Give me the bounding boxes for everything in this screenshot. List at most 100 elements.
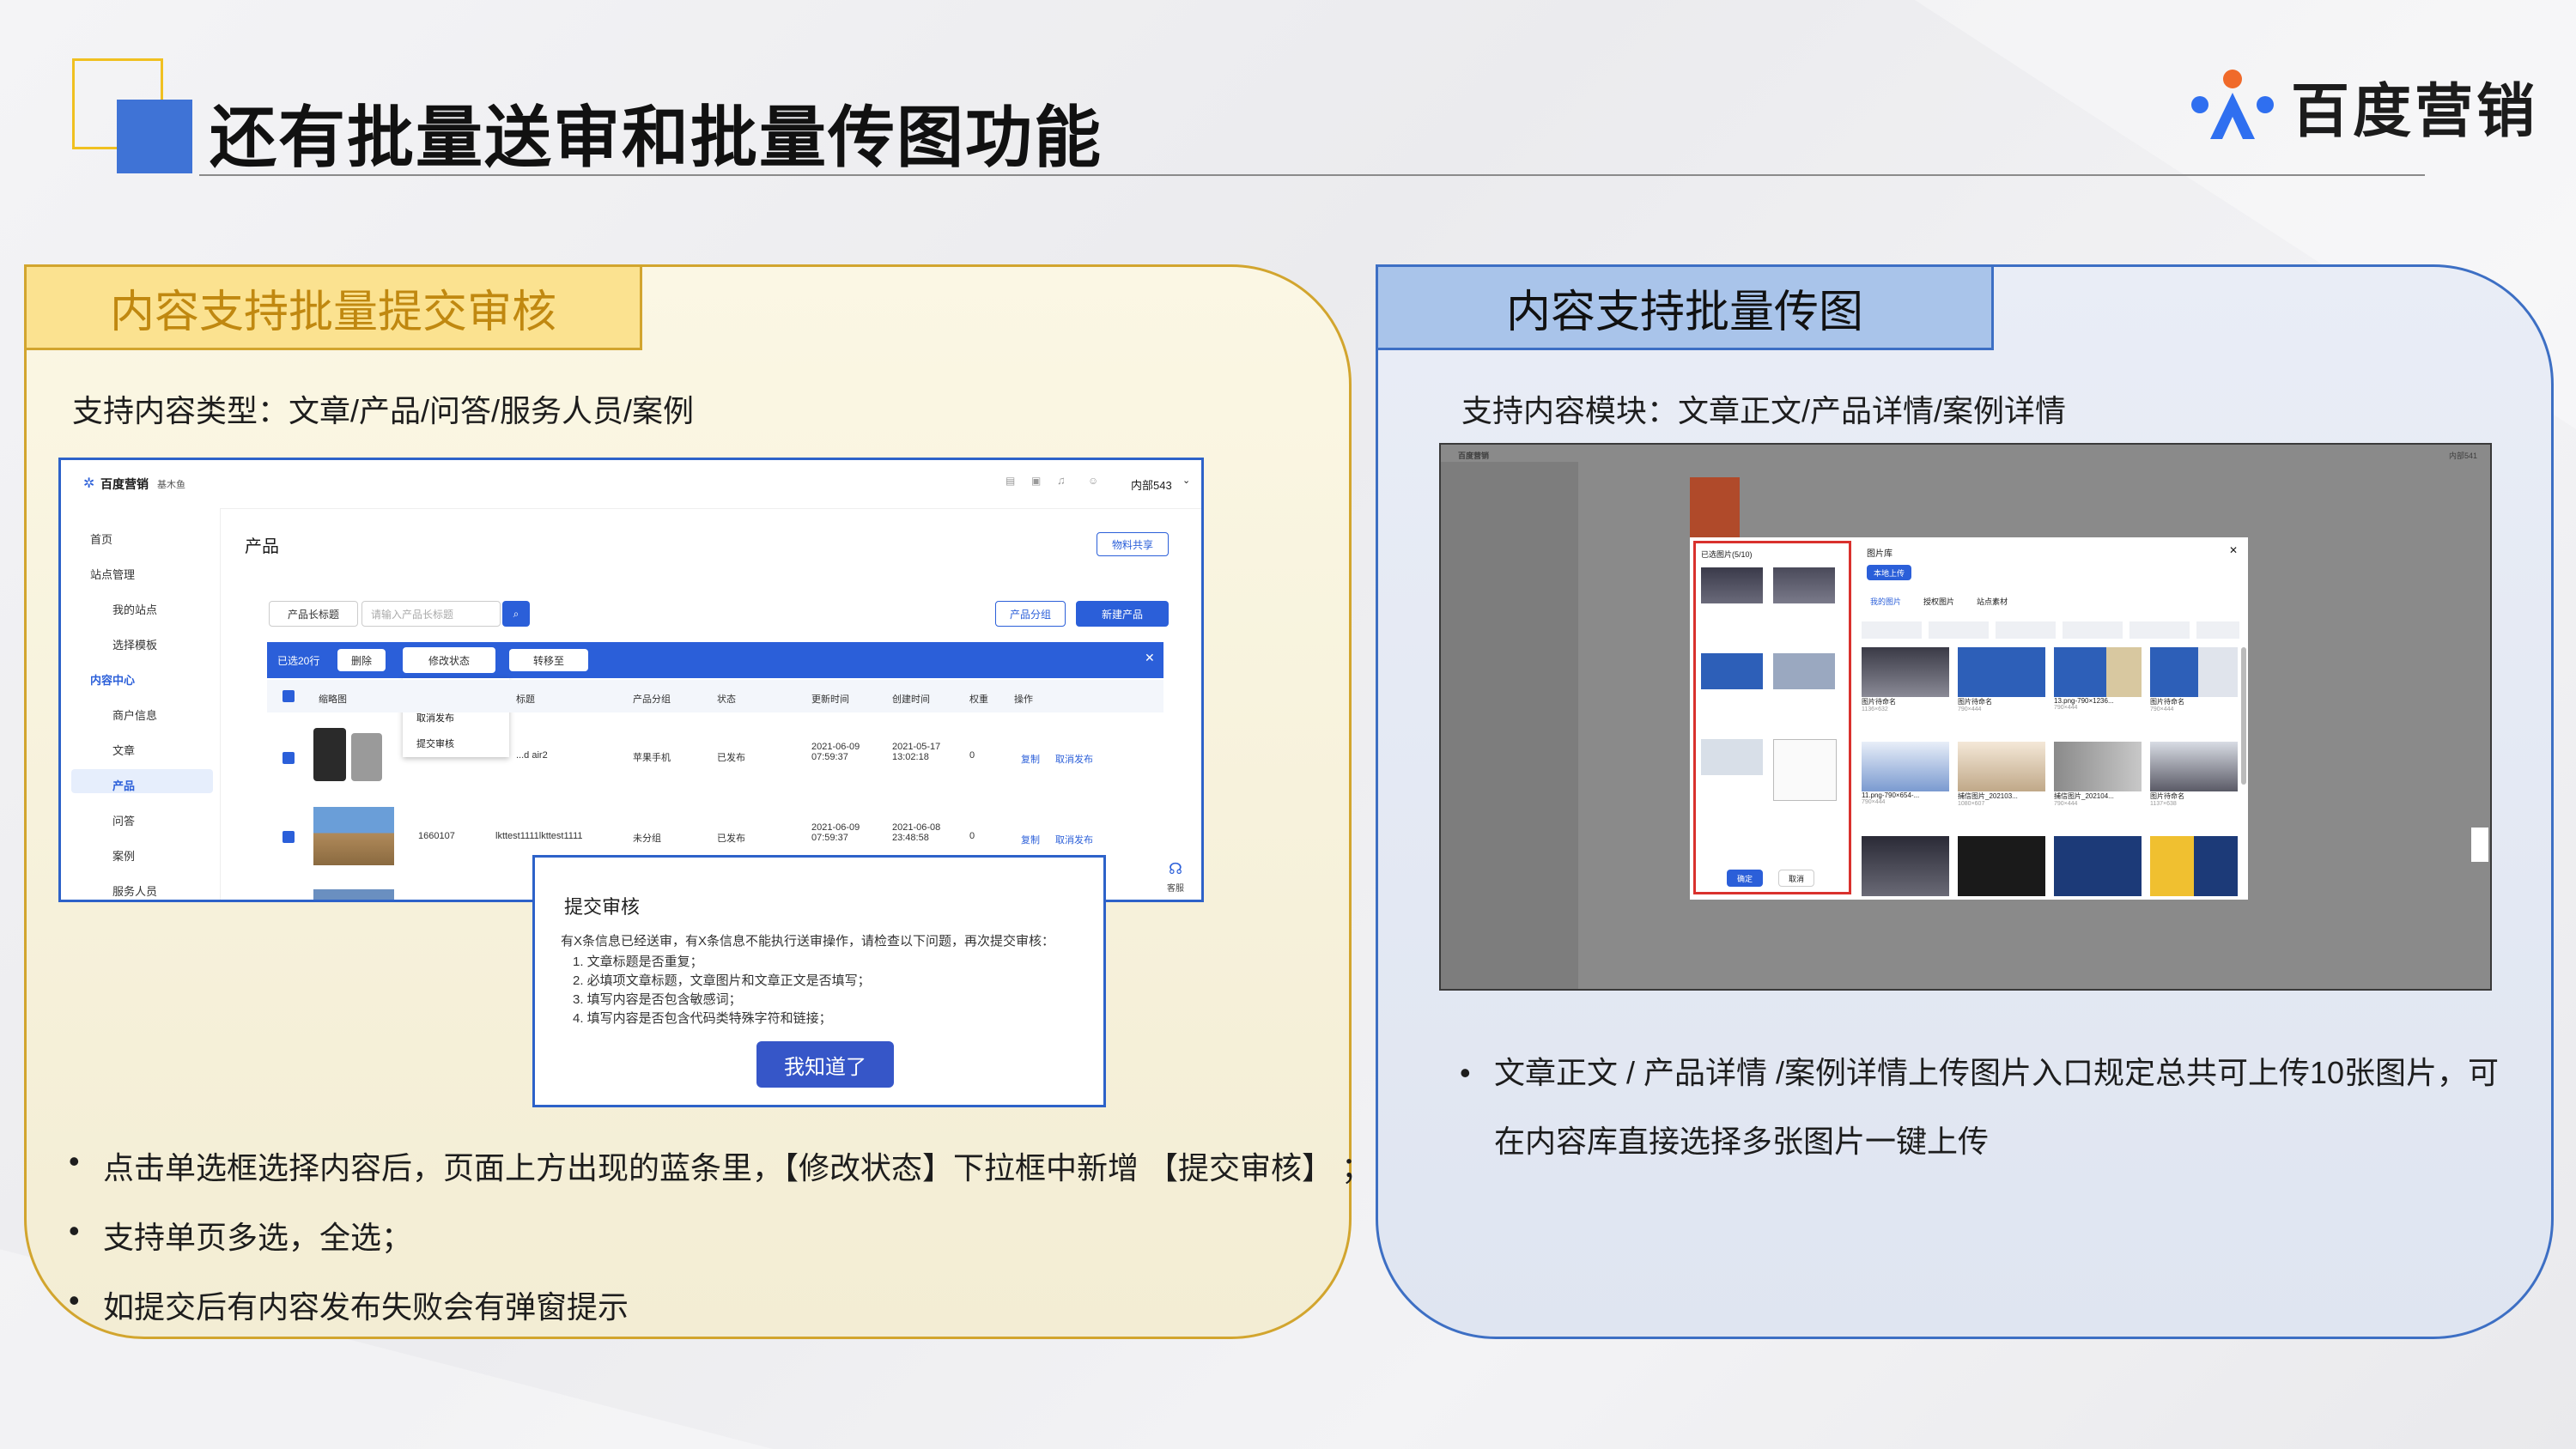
sidebar-item-templates[interactable]: 选择模板 — [112, 636, 157, 652]
screenshot-brand-sub: 基木鱼 — [157, 480, 185, 490]
message-icon[interactable]: ▤ — [1005, 475, 1015, 487]
unpublish-link[interactable]: 取消发布 — [1055, 752, 1093, 766]
submit-review-modal: 提交审核 有X条信息已经送审，有X条信息不能执行送审操作，请检查以下问题，再次提… — [532, 855, 1106, 1107]
tile-size: 790×444 — [1958, 706, 1982, 712]
sidebar-item-qa[interactable]: 问答 — [112, 812, 135, 828]
row-title: lkttest1111lkttest1111 — [495, 831, 583, 841]
got-it-button[interactable]: 我知道了 — [756, 1041, 894, 1088]
sidebar-item-home[interactable]: 首页 — [90, 530, 112, 547]
sidebar-item-my-site[interactable]: 我的站点 — [112, 601, 157, 617]
modal-item: 2. 必填项文章标题，文章图片和文章正文是否填写； — [573, 973, 871, 988]
column-header-created: 创建时间 — [892, 694, 930, 705]
product-group-button[interactable]: 产品分组 — [995, 601, 1066, 627]
image-tile[interactable]: 13.png-790×1236... 790×444 — [2054, 647, 2142, 721]
unpublish-link[interactable]: 取消发布 — [1055, 833, 1093, 846]
right-panel-tab: 内容支持批量传图 — [1376, 264, 1994, 350]
sidebar-item-products[interactable]: 产品 — [112, 777, 135, 793]
account-name: 内部541 — [2449, 452, 2478, 460]
new-product-button[interactable]: 新建产品 — [1076, 601, 1169, 627]
image-tile[interactable]: 图片待命名 790×444 — [1958, 647, 2045, 721]
screenshot-brand: 百度营销 — [1458, 452, 1490, 460]
customer-service-label[interactable]: 客服 — [1167, 881, 1184, 894]
filter-input[interactable]: 请输入产品长标题 — [361, 601, 501, 627]
transfer-dropdown[interactable]: 转移至 — [509, 649, 588, 671]
book-cover-thumbnail — [1690, 477, 1740, 539]
row-status: 已发布 — [717, 834, 745, 844]
left-bullet-text: 支持单页多选，全选； — [103, 1220, 413, 1255]
sidebar-item-articles[interactable]: 文章 — [112, 742, 135, 758]
row-updated: 2021-06-09 07:59:37 — [811, 822, 860, 843]
copy-link[interactable]: 复制 — [1021, 752, 1040, 766]
close-icon[interactable]: ✕ — [1145, 651, 1155, 665]
tab-site-materials[interactable]: 站点素材 — [1977, 596, 2008, 607]
filter-select[interactable]: 产品长标题 — [269, 601, 358, 627]
customer-service-icon[interactable]: ☊ — [1169, 860, 1182, 878]
sidebar-item-content-center[interactable]: 内容中心 — [90, 671, 135, 688]
content-page-title: 产品 — [245, 537, 279, 556]
dropdown-item-unpublish[interactable]: 取消发布 — [416, 711, 454, 724]
confirm-button[interactable]: 确定 — [1727, 870, 1763, 887]
title-underline — [199, 174, 2425, 176]
row-created: 2021-06-08 23:48:58 — [892, 822, 941, 843]
image-tile[interactable]: 捕信图片_202104... 790×444 — [2054, 742, 2142, 815]
sidebar-item-site-manage[interactable]: 站点管理 — [90, 566, 135, 582]
user-icon: ☺ — [1088, 475, 1099, 487]
cancel-button[interactable]: 取消 — [1778, 870, 1814, 887]
tile-caption: 图片待命名 — [2150, 792, 2184, 800]
tile-image — [2150, 742, 2238, 791]
search-icon: ⌕ — [513, 607, 519, 620]
empty-slot[interactable] — [1773, 739, 1837, 801]
selected-images-panel: 已选图片(5/10) 确定 取消 — [1693, 541, 1851, 894]
title-decoration-block — [117, 100, 192, 173]
copy-link[interactable]: 复制 — [1021, 833, 1040, 846]
right-panel-subhead: 支持内容模块：文章正文/产品详情/案例详情 — [1461, 393, 2067, 428]
image-library-dialog: 已选图片(5/10) 确定 取消 图片库 ✕ 本地上传 我的图片 授权图片 站点… — [1690, 537, 2248, 900]
image-tile[interactable]: 图片待命名 1137×638 — [2150, 742, 2238, 815]
delete-button[interactable]: 删除 — [337, 649, 386, 671]
bell-icon[interactable]: ♫ — [1057, 474, 1066, 487]
service-tab[interactable] — [2471, 828, 2488, 862]
row-checkbox[interactable] — [283, 831, 295, 843]
image-tile[interactable]: 图片待命名 1136×632 — [1862, 647, 1949, 721]
column-header-title: 标题 — [516, 694, 535, 705]
modify-status-dropdown[interactable]: 修改状态 — [403, 647, 495, 673]
dropdown-item-submit-review[interactable]: 提交审核 — [416, 737, 454, 750]
sidebar-item-cases[interactable]: 案例 — [112, 847, 135, 864]
search-button[interactable]: ⌕ — [502, 601, 530, 627]
selected-image[interactable] — [1773, 653, 1835, 689]
image-tile[interactable] — [2054, 836, 2142, 896]
image-tile[interactable] — [1958, 836, 2045, 896]
row-updated: 2021-06-09 07:59:37 — [811, 742, 860, 762]
image-tile[interactable]: 图片待命名 790×444 — [2150, 647, 2238, 721]
chevron-down-icon[interactable]: ⌄ — [1182, 475, 1190, 486]
image-tile[interactable]: 11.png-790×654-... 790×444 — [1862, 742, 1949, 815]
modal-item: 4. 填写内容是否包含代码类特殊字符和链接； — [573, 1011, 832, 1026]
row-id: 1660107 — [418, 831, 455, 841]
row-checkbox[interactable] — [283, 752, 295, 764]
tab-authorized-images[interactable]: 授权图片 — [1923, 596, 1954, 607]
image-tile[interactable] — [2150, 836, 2238, 896]
selected-image[interactable] — [1701, 739, 1763, 775]
sidebar-item-merchant[interactable]: 商户信息 — [112, 706, 157, 723]
filter-row[interactable] — [1862, 621, 2239, 639]
selected-image[interactable] — [1773, 567, 1835, 603]
left-bullet: • 如提交后有内容发布失败会有弹窗提示 — [69, 1282, 629, 1327]
selected-image[interactable] — [1701, 653, 1763, 689]
account-name[interactable]: 内部543 — [1131, 476, 1172, 493]
sidebar-item-service-staff[interactable]: 服务人员 — [112, 882, 157, 899]
image-library-screenshot: 百度营销 内部541 已选图片(5/10) 确定 取消 图片库 ✕ 本地上传 我… — [1439, 443, 2492, 991]
local-upload-button[interactable]: 本地上传 — [1867, 565, 1911, 580]
material-share-button[interactable]: 物料共享 — [1097, 532, 1169, 556]
close-icon[interactable]: ✕ — [2229, 544, 2238, 556]
scrollbar[interactable] — [2241, 647, 2246, 785]
image-tile[interactable] — [1862, 836, 1949, 896]
modal-item: 3. 填写内容是否包含敏感词； — [573, 992, 742, 1007]
tile-size: 790×444 — [2150, 706, 2174, 712]
tab-my-images[interactable]: 我的图片 — [1870, 596, 1901, 607]
image-tile[interactable]: 捕信图片_202103... 1080×607 — [1958, 742, 2045, 815]
sidebar-active-highlight — [71, 769, 213, 793]
selected-count-label: 已选图片(5/10) — [1701, 550, 1753, 559]
select-all-checkbox[interactable] — [283, 690, 295, 702]
selected-image[interactable] — [1701, 567, 1763, 603]
document-icon[interactable]: ▣ — [1031, 475, 1041, 487]
